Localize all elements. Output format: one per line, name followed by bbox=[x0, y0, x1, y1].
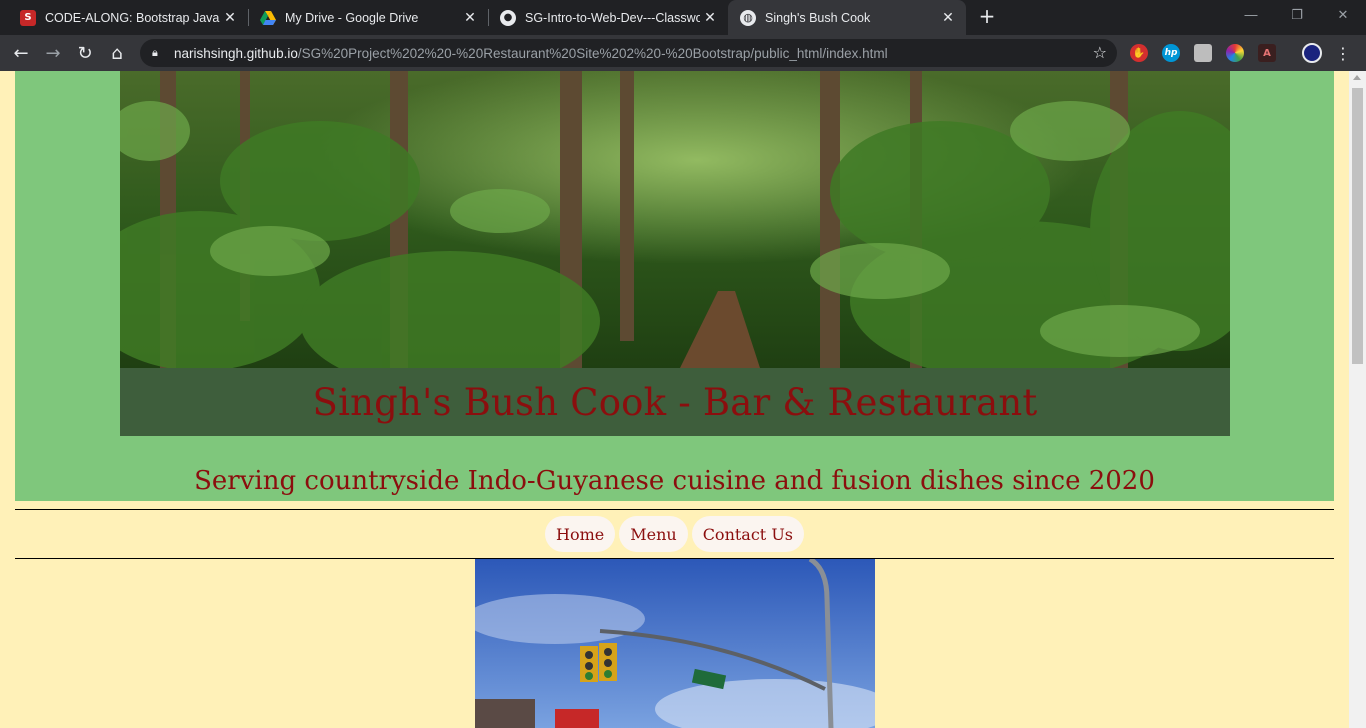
restaurant-name: Singh's Bush Cook - Bar & Restaurant bbox=[312, 380, 1038, 424]
restore-icon[interactable]: ❐ bbox=[1274, 0, 1320, 30]
profile-avatar[interactable] bbox=[1302, 43, 1322, 63]
tab-title: SG-Intro-to-Web-Dev---Classwor bbox=[525, 10, 700, 25]
close-icon[interactable]: ✕ bbox=[220, 8, 240, 28]
url-text: narishsingh.github.io/SG%20Project%202%2… bbox=[174, 45, 888, 61]
new-tab-plus-icon[interactable]: + bbox=[976, 6, 998, 28]
github-icon: ● bbox=[500, 9, 516, 26]
minimize-icon[interactable]: ― bbox=[1228, 0, 1274, 30]
tab-google-drive[interactable]: My Drive - Google Drive ✕ bbox=[248, 0, 488, 35]
scroll-up-arrow-icon[interactable] bbox=[1353, 75, 1361, 80]
home-icon[interactable]: ⌂ bbox=[104, 40, 130, 66]
tab-strip: S CODE-ALONG: Bootstrap JavaScri ✕ My Dr… bbox=[0, 0, 1366, 35]
cube-icon[interactable] bbox=[1194, 44, 1212, 62]
nav-menu-link[interactable]: Menu bbox=[619, 516, 688, 552]
page-scrollbar[interactable] bbox=[1349, 71, 1366, 728]
tab-title: My Drive - Google Drive bbox=[285, 10, 419, 25]
lock-icon: 🔒︎ bbox=[152, 46, 158, 59]
tab-title: CODE-ALONG: Bootstrap JavaScri bbox=[45, 10, 220, 25]
scrollbar-thumb[interactable] bbox=[1352, 88, 1363, 364]
address-bar[interactable]: 🔒︎ narishsingh.github.io/SG%20Project%20… bbox=[140, 39, 1117, 67]
google-drive-icon bbox=[260, 10, 276, 26]
bookmark-star-icon[interactable]: ☆ bbox=[1093, 43, 1107, 62]
close-icon[interactable]: ✕ bbox=[938, 8, 958, 28]
main-nav: Home Menu Contact Us bbox=[0, 515, 1349, 555]
restaurant-name-bar: Singh's Bush Cook - Bar & Restaurant bbox=[120, 368, 1230, 436]
tab-github[interactable]: ● SG-Intro-to-Web-Dev---Classwor ✕ bbox=[488, 0, 728, 35]
nav-contact-us-link[interactable]: Contact Us bbox=[691, 516, 805, 552]
reload-icon[interactable]: ↻ bbox=[72, 40, 98, 66]
tab-title: Singh's Bush Cook bbox=[765, 10, 871, 25]
tab-code-along[interactable]: S CODE-ALONG: Bootstrap JavaScri ✕ bbox=[8, 0, 248, 35]
tagline: Serving countryside Indo-Guyanese cuisin… bbox=[194, 466, 1155, 496]
nav-top-divider bbox=[15, 509, 1334, 510]
jungle-path-hero-image bbox=[120, 71, 1230, 368]
adblock-icon[interactable]: ✋ bbox=[1130, 44, 1148, 62]
pdf-icon[interactable]: A bbox=[1258, 44, 1276, 62]
browser-toolbar: ← → ↻ ⌂ 🔒︎ narishsingh.github.io/SG%20Pr… bbox=[0, 35, 1366, 71]
close-icon[interactable]: ✕ bbox=[700, 8, 720, 28]
forward-arrow-icon[interactable]: → bbox=[40, 40, 66, 66]
back-arrow-icon[interactable]: ← bbox=[8, 40, 34, 66]
nav-home-link[interactable]: Home bbox=[544, 516, 616, 552]
page-viewport: Singh's Bush Cook - Bar & Restaurant Ser… bbox=[0, 71, 1349, 728]
street-corner-photo bbox=[475, 559, 875, 728]
hp-icon[interactable]: hp bbox=[1162, 44, 1180, 62]
window-close-icon[interactable]: ✕ bbox=[1320, 0, 1366, 30]
more-menu-icon[interactable]: ⋮ bbox=[1330, 40, 1356, 66]
close-icon[interactable]: ✕ bbox=[460, 8, 480, 28]
globe-icon: ◍ bbox=[740, 9, 756, 26]
tab-singhs-bush-cook[interactable]: ◍ Singh's Bush Cook ✕ bbox=[728, 0, 966, 35]
color-wheel-icon[interactable] bbox=[1226, 44, 1244, 62]
code-along-icon: S bbox=[20, 9, 36, 26]
